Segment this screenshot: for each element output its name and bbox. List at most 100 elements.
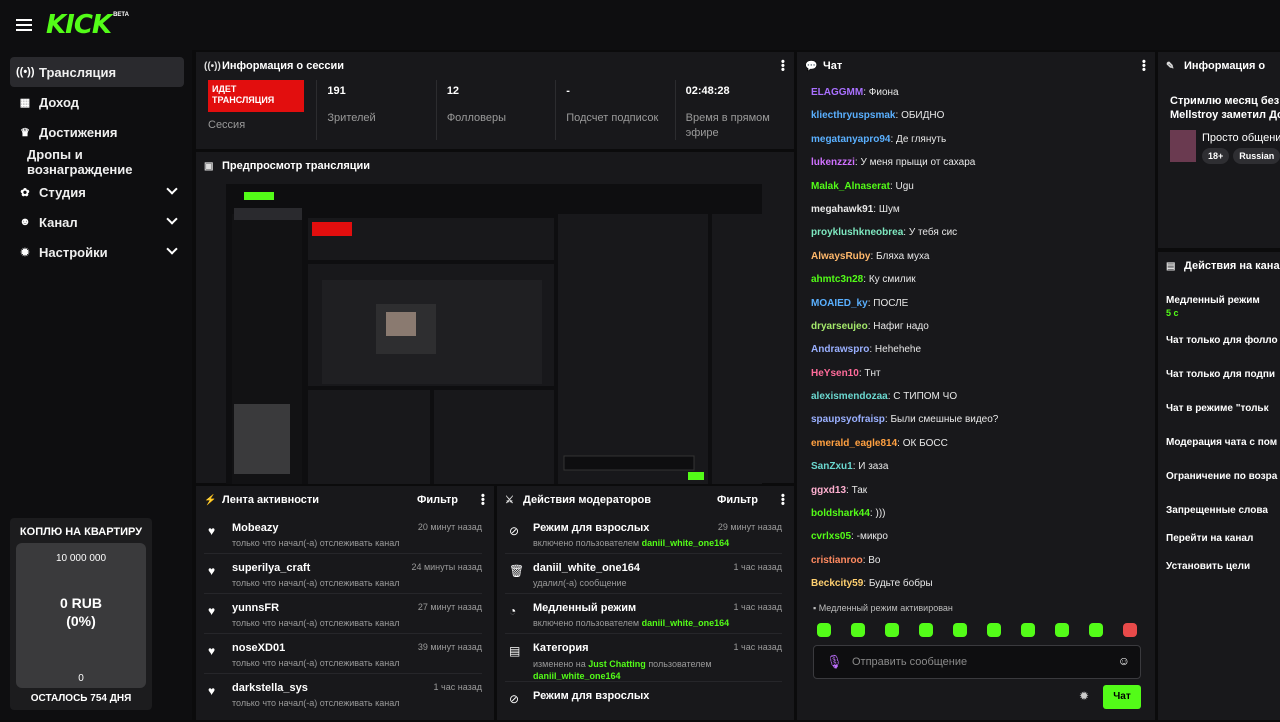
sidebar-item-label: Канал	[39, 214, 78, 230]
stream-preview-video[interactable]	[226, 184, 762, 484]
chat-username[interactable]: ggxd13	[811, 485, 846, 496]
heart-icon: ♥	[208, 564, 216, 578]
chat-username[interactable]: boldshark44	[811, 508, 870, 519]
sliders-icon: ▤	[1166, 260, 1176, 272]
slow-mode-icon: ◔	[509, 604, 517, 618]
chat-username[interactable]: AlwaysRuby	[811, 251, 870, 262]
activity-item: ♥ noseXD01 39 минут назад только что нач…	[204, 634, 482, 674]
goal-percent: (0%)	[66, 613, 96, 629]
filter-button[interactable]: Фильтр	[417, 494, 458, 506]
chat-username[interactable]: Beckcity59	[811, 578, 863, 589]
emote-icon[interactable]	[919, 623, 933, 637]
chat-settings-icon[interactable]: ✹	[1079, 689, 1089, 703]
setting-subscribers-only[interactable]: Чат только для подпи	[1166, 368, 1280, 402]
chat-username[interactable]: lukenzzzi	[811, 157, 855, 168]
chat-username[interactable]: SanZxu1	[811, 461, 853, 472]
emote-icon[interactable]	[885, 623, 899, 637]
chat-username[interactable]: proyklushkneobrea	[811, 227, 903, 238]
panel-header: ✎ Информация о	[1158, 52, 1280, 80]
adult-mode-icon: ⊘	[509, 524, 520, 538]
menu-icon[interactable]	[16, 19, 32, 31]
panel-title: Информация о сессии	[222, 60, 345, 72]
sidebar-item-studio[interactable]: ✿ Студия	[10, 177, 184, 207]
mod-action-item: 🗑 daniil_white_one164 1 час назад удалил…	[505, 554, 782, 594]
sidebar-item-revenue[interactable]: ▦ Доход	[10, 87, 184, 117]
activity-user[interactable]: superilya_craft	[232, 562, 310, 574]
setting-emote-only[interactable]: Чат в режиме "тольк	[1166, 402, 1280, 436]
chat-message: cvrlxs05: -микро	[797, 525, 1155, 548]
microphone-icon[interactable]: 🎙	[826, 654, 843, 670]
more-icon[interactable]: • • •	[781, 57, 785, 76]
setting-followers-only[interactable]: Чат только для фолло	[1166, 334, 1280, 368]
activity-user[interactable]: noseXD01	[232, 642, 285, 654]
chat-username[interactable]: Malak_Alnaserat	[811, 181, 890, 192]
chat-username[interactable]: HeYsen10	[811, 368, 859, 379]
chat-username[interactable]: emerald_eagle814	[811, 438, 897, 449]
chat-username[interactable]: spaupsyofraisp	[811, 414, 885, 425]
setting-banned-words[interactable]: Запрещенные слова	[1166, 504, 1280, 532]
slow-mode-setting[interactable]: Медленный режим 5 с	[1166, 294, 1280, 334]
activity-desc: только что начал(-а) отслеживать канал	[232, 538, 400, 548]
chat-username[interactable]: ELAGGMM	[811, 87, 863, 98]
stat-viewers: 191 Зрителей	[316, 80, 435, 140]
chat-username[interactable]: Andrawspro	[811, 344, 869, 355]
heart-icon: ♥	[208, 524, 216, 538]
chat-text: )))	[875, 508, 886, 520]
emoji-icon[interactable]: ☺	[1118, 654, 1130, 668]
mod-action-desc: включено пользователем daniil_white_one1…	[533, 618, 730, 628]
activity-user[interactable]: darkstella_sys	[232, 682, 308, 694]
send-chat-button[interactable]: Чат	[1103, 685, 1141, 709]
sidebar-item-broadcast[interactable]: ((•)) Трансляция	[10, 57, 184, 87]
sidebar-item-channel[interactable]: ☻ Канал	[10, 207, 184, 237]
setting-auto-mod[interactable]: Модерация чата с пом	[1166, 436, 1280, 470]
chat-text: ОБИДНО	[901, 110, 945, 122]
chat-username[interactable]: megahawk91	[811, 204, 873, 215]
activity-user[interactable]: yunnsFR	[232, 602, 279, 614]
more-icon[interactable]: • • •	[1142, 57, 1146, 76]
sidebar-item-drops[interactable]: Дропы и вознаграждение	[10, 147, 184, 177]
mod-user-link[interactable]: daniil_white_one164	[642, 538, 730, 548]
emote-icon[interactable]	[1021, 623, 1035, 637]
emote-icon[interactable]	[1055, 623, 1069, 637]
kick-logo[interactable]: KICK	[46, 10, 112, 40]
chat-username[interactable]: cristianroo	[811, 555, 863, 566]
gear-icon: ✹	[20, 246, 30, 259]
chat-username[interactable]: ahmtc3n28	[811, 274, 863, 285]
sidebar-item-settings[interactable]: ✹ Настройки	[10, 237, 184, 267]
chat-username[interactable]: cvrlxs05	[811, 531, 851, 542]
emote-icon[interactable]	[817, 623, 831, 637]
chat-message: spaupsyofraisp: Были смешные видео?	[797, 408, 1155, 431]
emote-icon[interactable]	[851, 623, 865, 637]
setting-age-restriction[interactable]: Ограничение по возра	[1166, 470, 1280, 504]
more-icon[interactable]: • • •	[781, 491, 785, 510]
set-goals-link[interactable]: Установить цели	[1166, 560, 1280, 594]
chat-username[interactable]: dryarseujeo	[811, 321, 868, 332]
activity-desc: только что начал(-а) отслеживать канал	[232, 698, 400, 708]
stream-preview-frame	[226, 184, 762, 484]
sidebar-item-achievements[interactable]: ♛ Достижения	[10, 117, 184, 147]
chat-username[interactable]: kliecthryuspsmak	[811, 110, 896, 121]
go-to-channel-link[interactable]: Перейти на канал	[1166, 532, 1280, 560]
mod-action-time: 1 час назад	[733, 562, 782, 572]
revenue-icon: ▦	[19, 96, 31, 109]
chat-username[interactable]: alexismendozaa	[811, 391, 888, 402]
chat-input[interactable]: 🎙 Отправить сообщение ☺	[813, 645, 1141, 679]
emote-icon[interactable]	[1089, 623, 1103, 637]
chat-username[interactable]: MOAIED_ky	[811, 298, 868, 309]
stat-value: 12	[446, 85, 460, 97]
wrench-icon: ✎	[1166, 60, 1175, 72]
emote-icon[interactable]	[953, 623, 967, 637]
emote-icon[interactable]	[1123, 623, 1137, 637]
more-icon[interactable]: • • •	[481, 491, 485, 510]
filter-button[interactable]: Фильтр	[717, 494, 758, 506]
chevron-down-icon	[166, 243, 178, 255]
broadcast-icon: ((•))	[204, 60, 221, 72]
chat-username[interactable]: megatanyapro94	[811, 134, 890, 145]
mod-action-desc: удалил(-а) сообщение	[533, 578, 627, 588]
sidebar-item-label: Достижения	[39, 124, 118, 140]
emote-icon[interactable]	[987, 623, 1001, 637]
activity-user[interactable]: Mobeazy	[232, 522, 278, 534]
mod-user-link[interactable]: daniil_white_one164	[642, 618, 730, 628]
category-link[interactable]: Just Chatting	[588, 659, 646, 669]
mod-user-link[interactable]: daniil_white_one164	[533, 671, 621, 681]
